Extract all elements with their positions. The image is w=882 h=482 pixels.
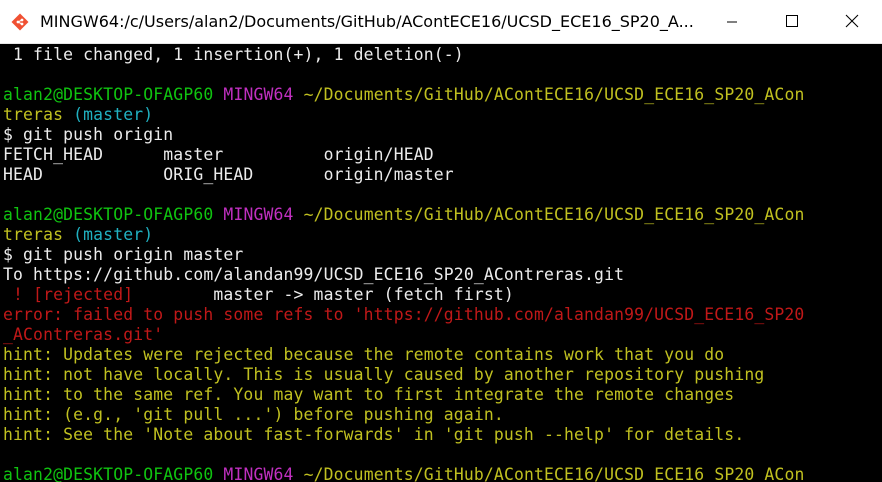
push-target-line: To https://github.com/alandan99/UCSD_ECE…	[3, 265, 625, 284]
prompt-path-wrap: treras	[3, 225, 64, 244]
prompt-path: ~/Documents/GitHub/AContECE16/UCSD_ECE16…	[293, 465, 805, 482]
command-line: $ git push origin master	[3, 245, 244, 264]
rejected-line: ! [rejected] master -> master (fetch fir…	[3, 285, 882, 305]
hint-line: hint: not have locally. This is usually …	[3, 365, 765, 384]
hint-line: hint: See the 'Note about fast-forwards'…	[3, 425, 745, 444]
minimize-icon	[726, 13, 738, 32]
hint-line: hint: to the same ref. You may want to f…	[3, 385, 735, 404]
prompt-branch: (master)	[63, 105, 154, 124]
prompt-line: alan2@DESKTOP-OFAGP60 MINGW64 ~/Document…	[3, 465, 882, 482]
error-line: error: failed to push some refs to 'http…	[3, 305, 805, 324]
hint-line: hint: Updates were rejected because the …	[3, 345, 725, 364]
terminal-output[interactable]: 1 file changed, 1 insertion(+), 1 deleti…	[0, 44, 882, 482]
error-line: _AContreras.git'	[3, 325, 164, 344]
hint-line: hint: (e.g., 'git pull ...') before push…	[3, 405, 504, 424]
window-titlebar[interactable]: MINGW64:/c/Users/alan2/Documents/GitHub/…	[0, 0, 882, 44]
git-bash-icon	[0, 0, 40, 44]
rejected-tag: ! [rejected]	[3, 285, 134, 304]
close-button[interactable]	[822, 0, 882, 44]
prompt-path: ~/Documents/GitHub/AContECE16/UCSD_ECE16…	[293, 205, 805, 224]
rejected-detail: master -> master (fetch first)	[133, 285, 514, 304]
prompt-path-wrap: treras	[3, 105, 64, 124]
completion-line: FETCH_HEAD master origin/HEAD	[3, 145, 434, 164]
minimize-button[interactable]	[702, 0, 762, 44]
window-controls	[702, 0, 882, 44]
prompt-wrap-line: treras (master)	[3, 105, 882, 125]
prompt-user: alan2@DESKTOP-OFAGP60	[3, 85, 214, 104]
prompt-path: ~/Documents/GitHub/AContECE16/UCSD_ECE16…	[293, 85, 805, 104]
prompt-env: MINGW64	[223, 85, 294, 104]
maximize-button[interactable]	[762, 0, 822, 44]
prompt-user: alan2@DESKTOP-OFAGP60	[3, 465, 214, 482]
maximize-icon	[785, 13, 799, 32]
commit-summary-line: 1 file changed, 1 insertion(+), 1 deleti…	[3, 45, 464, 64]
prompt-user: alan2@DESKTOP-OFAGP60	[3, 205, 214, 224]
prompt-env: MINGW64	[223, 465, 294, 482]
prompt-env: MINGW64	[223, 205, 294, 224]
close-icon	[845, 13, 859, 32]
prompt-line: alan2@DESKTOP-OFAGP60 MINGW64 ~/Document…	[3, 205, 882, 225]
prompt-line: alan2@DESKTOP-OFAGP60 MINGW64 ~/Document…	[3, 85, 882, 105]
prompt-branch: (master)	[63, 225, 154, 244]
prompt-wrap-line: treras (master)	[3, 225, 882, 245]
completion-line: HEAD ORIG_HEAD origin/master	[3, 165, 454, 184]
command-line: $ git push origin	[3, 125, 174, 144]
window-title: MINGW64:/c/Users/alan2/Documents/GitHub/…	[40, 12, 694, 31]
